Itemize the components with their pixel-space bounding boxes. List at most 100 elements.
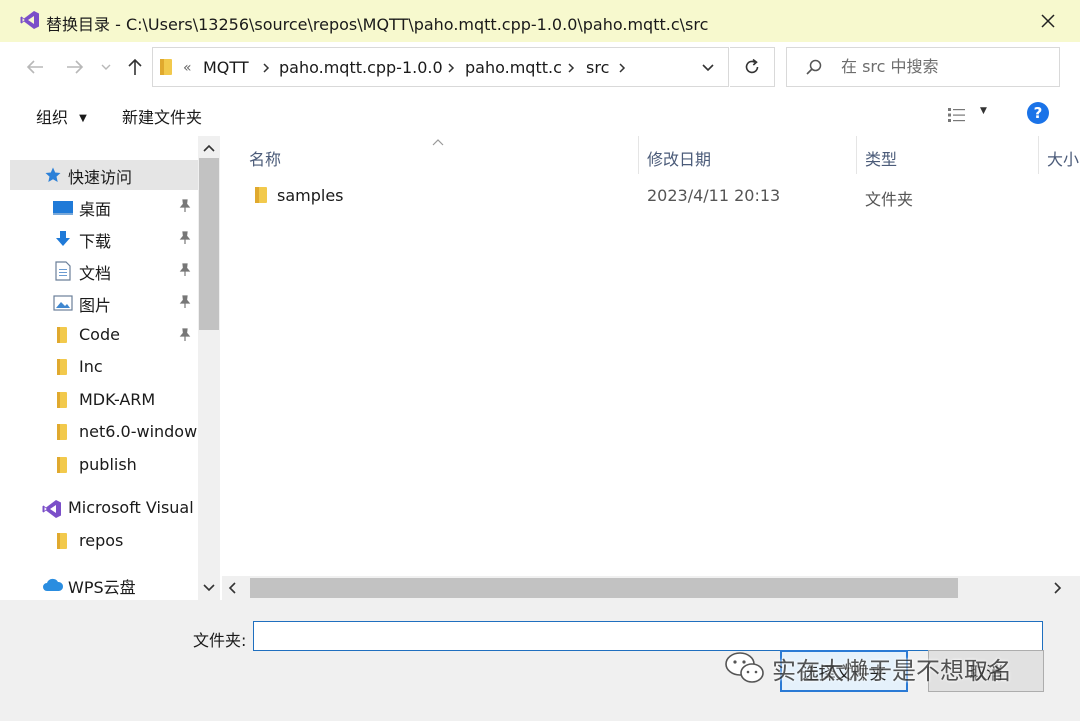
chevron-down-icon (101, 64, 111, 70)
column-divider[interactable] (638, 136, 639, 174)
breadcrumb-overflow[interactable]: « (183, 60, 192, 76)
nav-item-label: 图片 (79, 296, 112, 315)
file-modified: 2023/4/11 20:13 (647, 186, 781, 205)
command-bar: 组织 ▼ 新建文件夹 ▼ ? (0, 92, 1080, 136)
chevron-right-icon[interactable] (566, 62, 576, 74)
close-button[interactable] (1028, 4, 1068, 38)
chevron-down-icon[interactable] (701, 63, 715, 73)
column-header-modified[interactable]: 修改日期 (647, 146, 711, 170)
nav-item-pictures[interactable]: 图片 (0, 288, 198, 318)
folder-icon (160, 59, 172, 75)
breadcrumb-item[interactable]: MQTT (203, 58, 249, 77)
column-header-name[interactable]: 名称 (249, 146, 281, 170)
pin-icon (179, 295, 191, 308)
refresh-icon (745, 58, 759, 74)
nav-item-inc[interactable]: Inc (0, 353, 198, 383)
folder-field[interactable] (253, 621, 1043, 651)
visual-studio-icon (20, 11, 39, 29)
pin-icon (179, 328, 191, 341)
new-folder-button[interactable]: 新建文件夹 (122, 104, 202, 128)
scroll-right-button[interactable] (1052, 580, 1062, 599)
nav-item-label: MDK-ARM (79, 390, 156, 409)
table-row[interactable]: samples 2023/4/11 20:13 文件夹 (222, 180, 1080, 212)
nav-item-label: WPS云盘 (68, 578, 136, 597)
folder-picker-dialog: 替换目录 - C:\Users\13256\source\repos\MQTT\… (0, 0, 1080, 721)
nav-item-label: Inc (79, 357, 103, 376)
nav-item-label: publish (79, 455, 137, 474)
chevron-right-icon[interactable] (261, 62, 271, 74)
nav-item-publish[interactable]: publish (0, 451, 198, 481)
desktop-icon (53, 201, 73, 215)
column-header-size[interactable]: 大小 (1047, 146, 1079, 170)
star-icon (45, 167, 61, 182)
refresh-button[interactable] (730, 47, 775, 87)
arrow-left-icon (26, 60, 43, 74)
pin-icon (179, 231, 191, 244)
pin-icon (179, 263, 191, 276)
breadcrumb-item[interactable]: src (586, 58, 609, 77)
folder-icon (57, 327, 67, 343)
chevron-right-icon (1054, 582, 1062, 594)
search-icon (806, 59, 822, 75)
nav-item-downloads[interactable]: 下载 (0, 224, 198, 254)
scroll-thumb[interactable] (199, 158, 219, 330)
organize-button[interactable]: 组织 ▼ (36, 104, 87, 128)
nav-item-label: Microsoft Visual (68, 498, 194, 517)
help-button[interactable]: ? (1027, 102, 1049, 124)
search-input[interactable] (839, 56, 1053, 77)
folder-icon (57, 424, 67, 440)
recent-locations-button[interactable] (96, 52, 116, 82)
nav-item-quick-access[interactable]: 快速访问 (10, 160, 198, 190)
breadcrumb-item[interactable]: paho.mqtt.cpp-1.0.0 (279, 58, 443, 77)
view-options-button[interactable]: ▼ (946, 104, 996, 126)
file-name: samples (277, 186, 344, 205)
breadcrumb-item[interactable]: paho.mqtt.c (465, 58, 562, 77)
up-button[interactable] (122, 52, 148, 82)
chevron-right-icon[interactable] (617, 62, 627, 74)
nav-item-net6-windows[interactable]: net6.0-windows (0, 418, 198, 448)
forward-button[interactable] (62, 52, 88, 82)
navigation-bar: « MQTT paho.mqtt.cpp-1.0.0 paho.mqtt.c s… (0, 42, 1080, 92)
chevron-right-icon[interactable] (446, 62, 456, 74)
nav-item-microsoft-visual[interactable]: Microsoft Visual (0, 494, 198, 524)
nav-item-desktop[interactable]: 桌面 (0, 192, 198, 222)
help-icon: ? (1033, 103, 1043, 122)
file-list: 名称 修改日期 类型 大小 samples 2023/4/11 20:13 文件… (222, 136, 1080, 576)
nav-item-mdk-arm[interactable]: MDK-ARM (0, 386, 198, 416)
nav-item-label: 文档 (79, 264, 112, 283)
caret-down-icon: ▼ (79, 113, 87, 124)
search-box[interactable] (786, 47, 1060, 87)
document-icon (55, 261, 71, 281)
column-divider[interactable] (856, 136, 857, 174)
column-header-size-clip: 大小 (1047, 136, 1080, 174)
title-bar: 替换目录 - C:\Users\13256\source\repos\MQTT\… (0, 0, 1080, 42)
nav-item-label: net6.0-windows (79, 422, 198, 441)
back-button[interactable] (22, 52, 48, 82)
scroll-down-button[interactable] (201, 580, 217, 596)
chevron-down-icon (203, 584, 215, 592)
nav-item-wps-cloud[interactable]: WPS云盘 (0, 570, 198, 600)
caret-down-icon: ▼ (980, 106, 987, 116)
scroll-up-button[interactable] (201, 140, 217, 156)
chevron-left-icon (228, 582, 236, 594)
wechat-icon (725, 652, 764, 683)
navigation-pane-scrollbar[interactable] (198, 136, 220, 600)
folder-icon (57, 359, 67, 375)
file-list-horizontal-scrollbar[interactable] (222, 576, 1080, 600)
close-icon (1041, 14, 1055, 28)
nav-item-label: 快速访问 (68, 168, 133, 187)
scroll-left-button[interactable] (228, 580, 238, 599)
scroll-thumb[interactable] (250, 578, 958, 598)
column-divider[interactable] (1038, 136, 1039, 174)
nav-item-documents[interactable]: 文档 (0, 256, 198, 286)
address-bar[interactable]: « MQTT paho.mqtt.cpp-1.0.0 paho.mqtt.c s… (152, 47, 729, 87)
nav-item-label: repos (79, 531, 124, 550)
folder-icon (57, 533, 67, 549)
nav-item-code[interactable]: Code (0, 321, 198, 351)
pin-icon (179, 199, 191, 212)
download-icon (56, 231, 70, 246)
nav-item-repos[interactable]: repos (0, 527, 198, 557)
sort-ascending-icon (432, 139, 444, 146)
file-type: 文件夹 (865, 190, 914, 209)
column-header-type[interactable]: 类型 (865, 146, 897, 170)
